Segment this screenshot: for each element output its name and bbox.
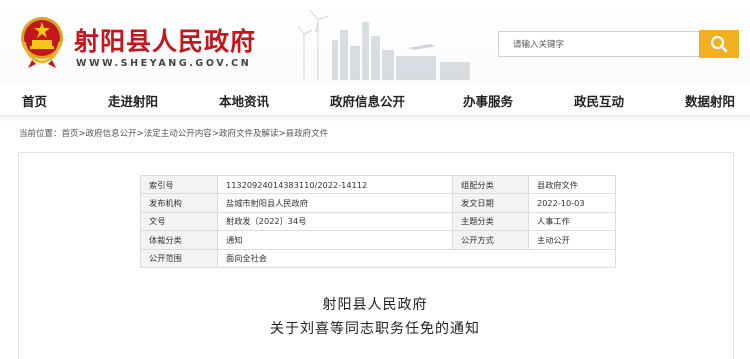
meta-key: 文号: [140, 211, 218, 232]
nav-services[interactable]: 办事服务: [463, 91, 513, 110]
nav-gov-info-disclosure[interactable]: 政府信息公开: [330, 91, 405, 110]
meta-key: 组配分类: [452, 174, 529, 195]
search-icon: [710, 35, 728, 53]
meta-value: 11320924014383110/2022-14112: [217, 174, 453, 195]
breadcrumb-separator: >: [136, 129, 144, 139]
nav-about-sheyang[interactable]: 走进射阳: [108, 91, 158, 110]
breadcrumb: 当前位置：首页>政府信息公开>法定主动公开内容>政府文件及解读>县政府文件: [19, 127, 328, 139]
nav-shadow: [0, 116, 750, 122]
document-meta-table: 索引号 11320924014383110/2022-14112 组配分类 县政…: [140, 174, 616, 268]
meta-value: 主动公开: [528, 230, 616, 250]
meta-key: 公开范围: [140, 248, 218, 268]
meta-key: 发布机构: [140, 193, 218, 213]
meta-value: 2022-10-03: [528, 193, 616, 213]
table-row: 公开范围 面向全社会: [140, 248, 616, 268]
table-row: 发布机构 盐城市射阳县人民政府 发文日期 2022-10-03: [140, 193, 616, 213]
meta-key: 主题分类: [452, 211, 529, 232]
meta-value: 人事工作: [528, 211, 616, 232]
table-row: 体裁分类 通知 公开方式 主动公开: [140, 230, 616, 250]
nav-data-sheyang[interactable]: 数据射阳: [685, 91, 735, 110]
meta-key: 索引号: [140, 174, 218, 195]
site-url: WWW.SHEYANG.GOV.CN: [76, 58, 252, 69]
meta-key: 体裁分类: [140, 230, 218, 250]
breadcrumb-item-home[interactable]: 首页: [62, 127, 79, 139]
document-issuer: 射阳县人民政府: [322, 297, 428, 313]
meta-key: 公开方式: [452, 230, 529, 250]
meta-value: 县政府文件: [528, 174, 616, 195]
search-input[interactable]: [499, 33, 699, 57]
breadcrumb-item-county-docs[interactable]: 县政府文件: [286, 127, 329, 139]
meta-value: 面向全社会: [217, 248, 616, 268]
search-button[interactable]: [699, 30, 739, 58]
table-row: 文号 射政发〔2022〕34号 主题分类 人事工作: [140, 211, 616, 232]
meta-key: 发文日期: [452, 193, 529, 213]
breadcrumb-item-gov-info[interactable]: 政府信息公开: [86, 127, 137, 139]
meta-value: 射政发〔2022〕34号: [217, 211, 453, 232]
breadcrumb-item-statutory[interactable]: 法定主动公开内容: [144, 127, 212, 139]
nav-local-news[interactable]: 本地资讯: [219, 91, 269, 110]
national-emblem-icon: [21, 17, 63, 68]
table-row: 索引号 11320924014383110/2022-14112 组配分类 县政…: [140, 174, 616, 195]
nav-interaction[interactable]: 政民互动: [574, 91, 624, 110]
meta-value: 盐城市射阳县人民政府: [217, 193, 453, 213]
site-header: 射阳县人民政府 WWW.SHEYANG.GOV.CN: [0, 0, 750, 82]
breadcrumb-separator: >: [278, 129, 286, 139]
nav-home[interactable]: 首页: [22, 91, 47, 110]
main-nav: 首页 走进射阳 本地资讯 政府信息公开 办事服务 政民互动 数据射阳: [0, 82, 750, 116]
search-box: [498, 31, 699, 57]
document-title: 关于刘喜等同志职务任免的通知: [270, 321, 480, 337]
breadcrumb-item-gov-docs[interactable]: 政府文件及解读: [219, 127, 279, 139]
breadcrumb-separator: >: [78, 129, 86, 139]
breadcrumb-separator: >: [211, 129, 219, 139]
meta-value: 通知: [217, 230, 453, 250]
breadcrumb-prefix: 当前位置：: [19, 129, 62, 139]
city-skyline-decoration: [297, 9, 470, 80]
site-title: 射阳县人民政府: [74, 27, 257, 56]
